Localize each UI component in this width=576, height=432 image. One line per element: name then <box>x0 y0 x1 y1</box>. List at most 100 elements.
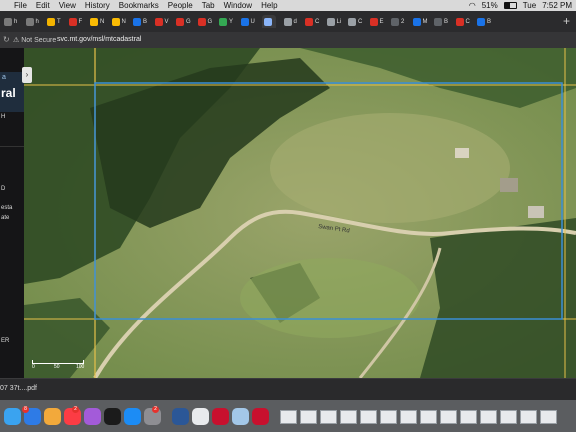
browser-tab[interactable]: h <box>25 15 39 28</box>
browser-tab[interactable] <box>262 15 276 28</box>
document-thumbnail-icon[interactable] <box>320 410 337 424</box>
finder-icon[interactable] <box>4 408 21 425</box>
browser-tab[interactable]: B <box>133 15 147 28</box>
document-thumbnail-icon[interactable] <box>300 410 317 424</box>
browser-tab[interactable]: M <box>412 15 428 28</box>
menu-view[interactable]: View <box>59 0 76 11</box>
document-thumbnail-icon[interactable] <box>280 410 297 424</box>
browser-tab[interactable]: F <box>68 15 82 28</box>
aerial-imagery: Swan Pt Rd <box>0 48 576 378</box>
browser-tab[interactable]: 2 <box>391 15 404 28</box>
browser-tab[interactable]: Y <box>219 15 233 28</box>
macos-menu-bar: File Edit View History Bookmarks People … <box>0 0 576 11</box>
menu-window[interactable]: Window <box>224 0 252 11</box>
document-thumbnail-icon[interactable] <box>540 410 557 424</box>
sidebar-item-ate[interactable]: ate <box>1 215 9 221</box>
tab-favicon-icon <box>305 17 313 26</box>
tab-favicon-icon <box>391 17 399 26</box>
tab-label: B <box>487 18 492 25</box>
menu-list: File Edit View History Bookmarks People … <box>14 0 278 11</box>
tab-label: C <box>358 18 363 25</box>
tab-label: N <box>100 18 105 25</box>
sidebar-item-d[interactable]: D <box>1 186 5 192</box>
menu-history[interactable]: History <box>85 0 110 11</box>
browser-tab[interactable]: C <box>348 15 362 28</box>
tv-icon[interactable] <box>104 408 121 425</box>
acrobat-icon[interactable] <box>212 408 229 425</box>
tab-label: d <box>293 18 297 25</box>
browser-tab[interactable]: h <box>4 15 17 28</box>
menu-help[interactable]: Help <box>261 0 277 11</box>
browser-tab[interactable]: U <box>240 15 255 28</box>
macos-dock: 8 2 2 <box>0 400 576 432</box>
word-icon[interactable] <box>172 408 189 425</box>
notification-badge: 2 <box>72 406 79 413</box>
cadastral-map[interactable]: Swan Pt Rd <box>0 48 576 378</box>
tab-favicon-icon <box>434 17 442 26</box>
url-field[interactable]: svc.mt.gov/msl/mtcadastral <box>57 36 141 43</box>
browser-tab[interactable]: T <box>47 15 61 28</box>
document-thumbnail-icon[interactable] <box>440 410 457 424</box>
document-thumbnail-icon[interactable] <box>380 410 397 424</box>
divider <box>0 146 24 147</box>
tab-favicon-icon <box>47 17 55 26</box>
document-thumbnail-icon[interactable] <box>360 410 377 424</box>
tab-label: V <box>164 18 169 25</box>
browser-tab[interactable]: N <box>111 15 126 28</box>
menu-file[interactable]: File <box>14 0 27 11</box>
collapse-panel-button[interactable]: › <box>22 67 32 83</box>
browser-tab[interactable]: G <box>176 15 191 28</box>
menu-clock[interactable]: 7:52 PM <box>542 0 572 11</box>
browser-tab[interactable]: C <box>305 15 319 28</box>
app-logo: a ral <box>0 72 24 112</box>
document-thumbnail-icon[interactable] <box>340 410 357 424</box>
tab-favicon-icon <box>25 17 34 26</box>
podcasts-icon[interactable] <box>84 408 101 425</box>
download-item[interactable]: 07 37t....pdf <box>0 385 37 392</box>
browser-tab[interactable]: V <box>154 15 169 28</box>
tab-label: G <box>186 18 191 25</box>
new-tab-button[interactable]: + <box>563 14 570 28</box>
tab-favicon-icon <box>4 17 12 26</box>
sidebar-item-er[interactable]: ER <box>1 338 9 344</box>
document-thumbnail-icon[interactable] <box>480 410 497 424</box>
tab-favicon-icon <box>240 17 249 26</box>
document-thumbnail-icon[interactable] <box>460 410 477 424</box>
tab-label: h <box>35 18 39 25</box>
browser-tab[interactable]: N <box>90 15 104 28</box>
browser-tab[interactable]: G <box>197 15 213 28</box>
not-secure-indicator[interactable]: ⚠ Not Secure <box>13 36 56 44</box>
browser-tab[interactable]: d <box>283 15 297 28</box>
menu-people[interactable]: People <box>168 0 193 11</box>
reload-icon[interactable]: ↻ <box>3 35 10 44</box>
preview-icon[interactable] <box>232 408 249 425</box>
tab-favicon-icon <box>477 17 485 26</box>
document-thumbnail-icon[interactable] <box>400 410 417 424</box>
battery-icon[interactable] <box>503 2 517 9</box>
document-thumbnail-icon[interactable] <box>420 410 437 424</box>
browser-tab[interactable]: E <box>369 15 384 28</box>
sidebar-item-esta[interactable]: esta <box>1 205 12 211</box>
document-thumbnail-icon[interactable] <box>520 410 537 424</box>
sidebar-item-h[interactable]: H <box>1 114 5 120</box>
wifi-icon[interactable]: ◠ <box>469 0 476 11</box>
photos-icon[interactable] <box>44 408 61 425</box>
menu-extras: ◠ 51% Tue 7:52 PM <box>469 0 572 11</box>
cadastral-sidebar: a ral H D esta ate ER <box>0 48 24 378</box>
tab-label: G <box>207 18 213 25</box>
chrome-icon[interactable] <box>192 408 209 425</box>
browser-tab[interactable]: B <box>477 15 491 28</box>
acrobat-2-icon[interactable] <box>252 408 269 425</box>
document-thumbnail-icon[interactable] <box>500 410 517 424</box>
notification-badge: 8 <box>22 406 29 413</box>
browser-tab[interactable]: Li <box>326 15 341 28</box>
menu-edit[interactable]: Edit <box>36 0 50 11</box>
tab-label: B <box>444 18 449 25</box>
browser-tab[interactable]: B <box>434 15 448 28</box>
menu-tab[interactable]: Tab <box>202 0 215 11</box>
browser-tab[interactable]: C <box>455 15 470 28</box>
app-store-icon[interactable] <box>124 408 141 425</box>
tab-label: E <box>379 18 384 25</box>
downloads-bar: 07 37t....pdf <box>0 378 576 401</box>
menu-bookmarks[interactable]: Bookmarks <box>119 0 159 11</box>
